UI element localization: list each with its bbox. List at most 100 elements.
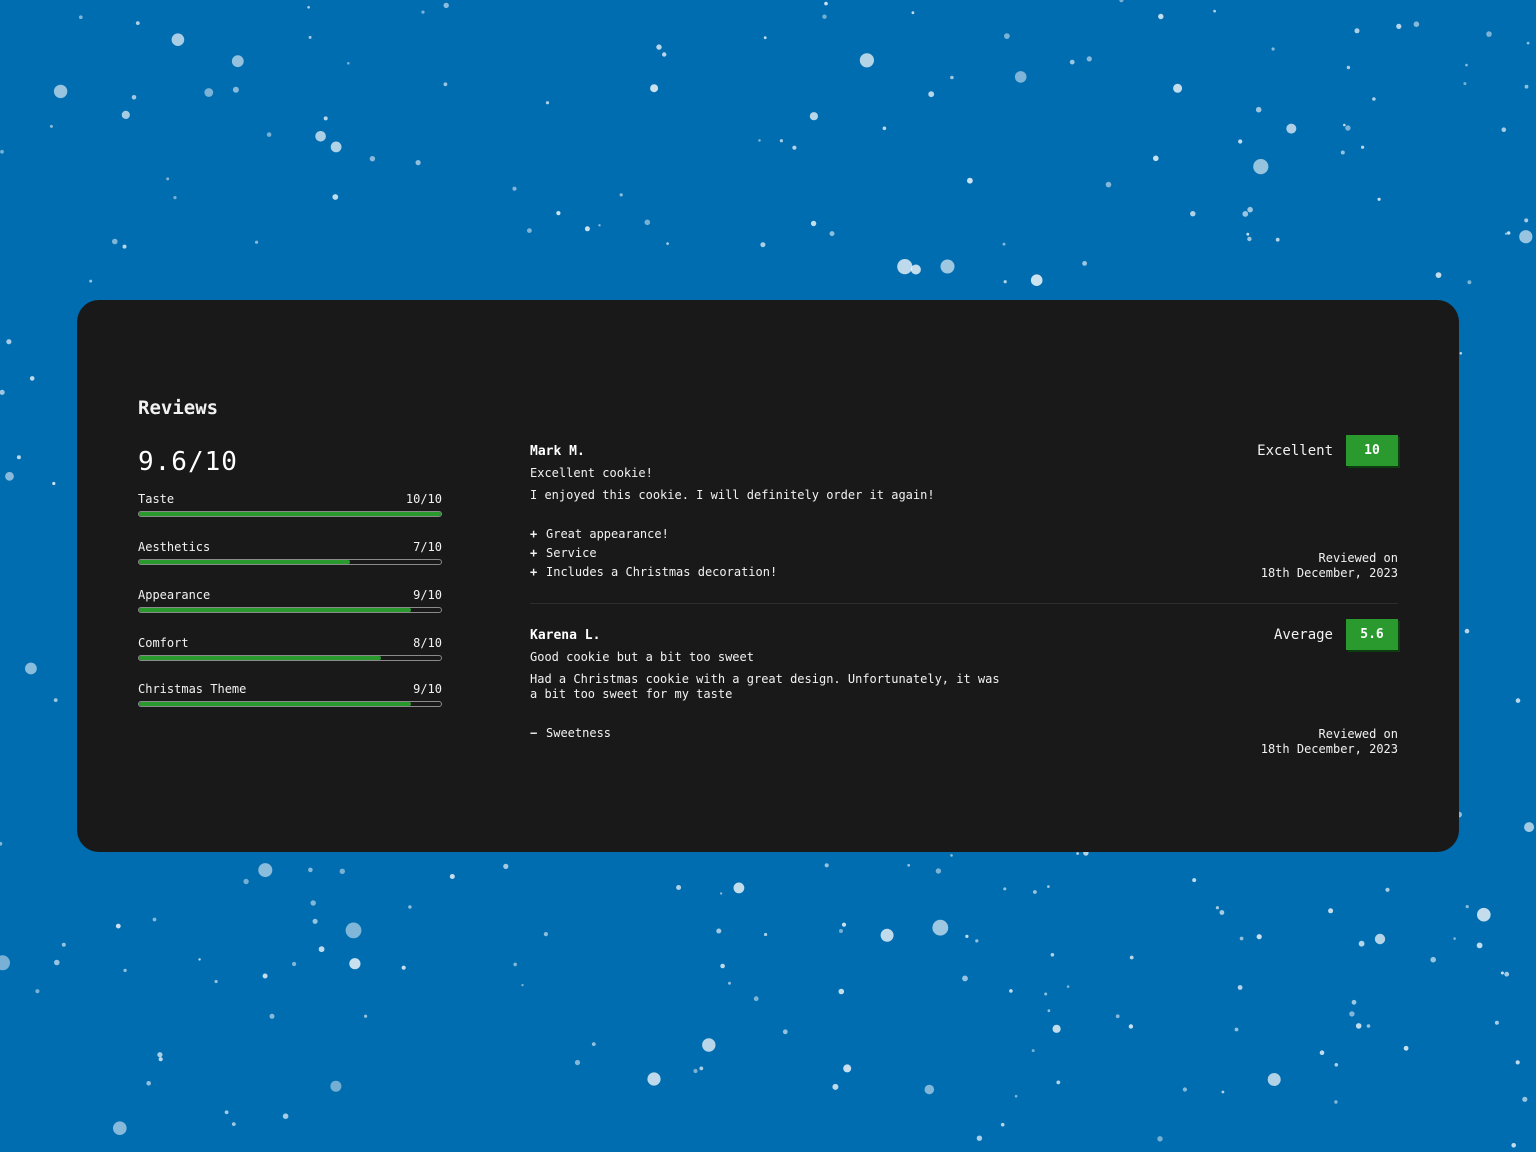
snowflake xyxy=(308,35,312,39)
review-list: Mark M. Excellent cookie! I enjoyed this… xyxy=(530,435,1398,757)
snowflake xyxy=(843,1064,852,1073)
snowflake xyxy=(1255,106,1262,113)
snowflake xyxy=(339,868,345,874)
snowflake xyxy=(255,240,259,244)
snowflake xyxy=(859,53,875,68)
snowflake xyxy=(1385,887,1390,892)
review-item: Karena L. Good cookie but a bit too swee… xyxy=(530,619,1398,757)
snowflake xyxy=(513,962,517,967)
snowflake xyxy=(449,874,455,879)
snowflake xyxy=(310,900,316,906)
snowflake xyxy=(1343,123,1346,127)
reviewed-on-label: Reviewed on xyxy=(1318,551,1398,565)
snowflake xyxy=(1355,1023,1362,1029)
snowflake xyxy=(443,2,449,9)
snowflake xyxy=(330,1080,342,1092)
snowflake xyxy=(720,963,725,969)
snowflake xyxy=(907,863,911,867)
snowflake xyxy=(1129,955,1134,960)
snowflake xyxy=(512,186,517,191)
snowflake xyxy=(838,988,845,995)
review-title: Good cookie but a bit too sweet xyxy=(530,650,754,664)
snowflake xyxy=(1275,237,1280,242)
metric-christmas-theme: Christmas Theme 9/10 xyxy=(138,682,442,730)
snowflake xyxy=(662,52,667,57)
snowflake xyxy=(760,242,766,248)
snowflake xyxy=(1403,1045,1409,1051)
snowflake xyxy=(1507,231,1511,235)
snowflake xyxy=(1351,999,1357,1005)
snowflake xyxy=(1504,232,1508,235)
review-title: Excellent cookie! xyxy=(530,466,653,480)
snowflake xyxy=(1157,1136,1163,1142)
snowflake xyxy=(49,124,53,128)
snowflake xyxy=(521,983,524,987)
snowflake xyxy=(1014,1094,1018,1098)
metric-progress-bar xyxy=(138,607,442,613)
snowflake xyxy=(1052,1024,1061,1033)
reviews-card: Reviews 9.6/10 Taste 10/10 Aesthetics 7/… xyxy=(77,300,1459,852)
snowflake xyxy=(1524,822,1535,833)
snowflake xyxy=(1047,1009,1051,1013)
snowflake xyxy=(1014,71,1027,83)
snowflake xyxy=(415,160,421,166)
snowflake xyxy=(61,942,66,947)
snowflake xyxy=(1477,907,1491,922)
snowflake xyxy=(779,139,784,143)
rating-score-badge: 5.6 xyxy=(1346,619,1398,650)
snowflake xyxy=(1003,280,1007,284)
snowflake xyxy=(173,196,177,200)
snowflake xyxy=(1374,933,1386,945)
review-rating: Excellent 10 xyxy=(1257,435,1398,466)
snowflake xyxy=(1069,59,1075,65)
snowflake xyxy=(1000,1122,1005,1127)
snowflake xyxy=(1346,65,1351,70)
snowflake xyxy=(1361,145,1365,149)
snowflake xyxy=(1056,1080,1061,1085)
snowflake xyxy=(1256,934,1262,940)
metric-score: 7/10 xyxy=(413,540,442,554)
snowflake xyxy=(545,101,550,105)
metric-progress-bar xyxy=(138,511,442,517)
rating-score-badge: 10 xyxy=(1346,435,1398,466)
snowflake xyxy=(656,44,662,50)
metric-progress-fill xyxy=(139,608,411,612)
snowflake xyxy=(1328,908,1334,914)
snowflake xyxy=(1430,956,1436,963)
snowflake xyxy=(829,231,835,237)
snowflake xyxy=(198,958,201,961)
snowflake xyxy=(1086,56,1092,62)
snowflake xyxy=(6,339,12,345)
snowflake xyxy=(647,1072,661,1086)
snowflake xyxy=(166,177,170,181)
snowflake xyxy=(1286,123,1297,134)
snowflake xyxy=(1221,1090,1225,1094)
snowflake xyxy=(1465,63,1468,67)
snowflake xyxy=(1253,159,1269,175)
snowflake xyxy=(232,86,239,93)
review-date: Reviewed on 18th December, 2023 xyxy=(1261,727,1398,757)
snowflake xyxy=(1366,1024,1371,1028)
snowflake xyxy=(1003,887,1007,891)
snowflake xyxy=(364,1014,368,1018)
snowflake xyxy=(53,698,58,702)
snowflake xyxy=(716,928,722,934)
snowflake xyxy=(975,939,979,943)
snowflake xyxy=(1500,971,1504,975)
metric-score: 9/10 xyxy=(413,588,442,602)
snowflake xyxy=(1467,280,1472,285)
snowflake xyxy=(152,917,157,922)
snowflake xyxy=(1515,1060,1520,1065)
snowflake xyxy=(112,238,118,245)
reviews-summary: Reviews 9.6/10 Taste 10/10 Aesthetics 7/… xyxy=(138,396,442,730)
snowflake xyxy=(928,91,935,98)
snowflake xyxy=(443,82,448,87)
metric-taste: Taste 10/10 xyxy=(138,492,442,540)
snowflake xyxy=(1459,352,1463,355)
snowflake xyxy=(1372,97,1376,101)
snowflake xyxy=(5,471,14,481)
snowflake xyxy=(880,928,894,942)
metric-label: Christmas Theme xyxy=(138,682,247,696)
snowflake xyxy=(1237,985,1243,990)
snowflake xyxy=(809,112,819,121)
